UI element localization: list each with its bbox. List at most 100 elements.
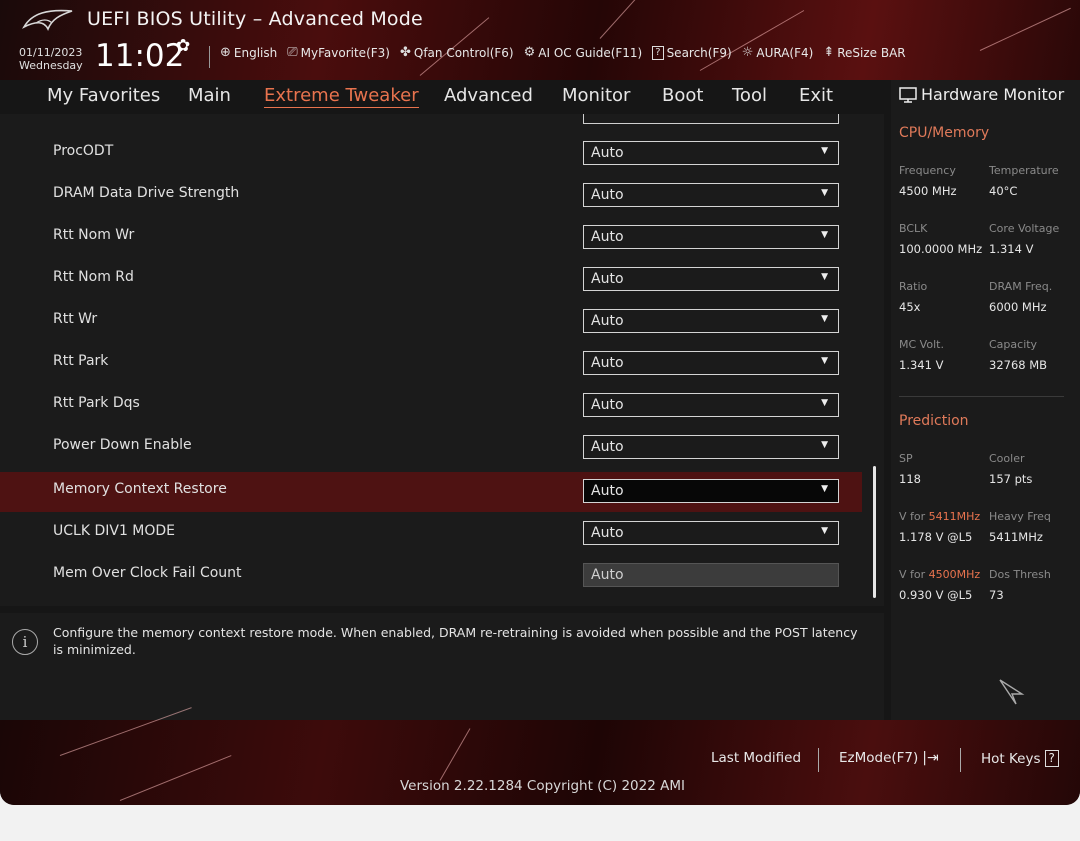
help-text: Configure the memory context restore mod…	[53, 625, 858, 657]
frequency-value: 4500 MHz	[899, 184, 957, 198]
bclk-label: BCLK	[899, 222, 928, 235]
v-for-prefix: V for	[899, 568, 926, 581]
tab-boot[interactable]: Boot	[662, 85, 703, 106]
setting-dropdown[interactable]: Auto ▼	[583, 351, 839, 375]
setting-dropdown[interactable]: Auto ▼	[583, 393, 839, 417]
search-button[interactable]: ? Search(F9)	[652, 45, 732, 60]
tab-main[interactable]: Main	[188, 85, 231, 106]
setting-row-dram-data-drive-strength[interactable]: DRAM Data Drive Strength Auto ▼	[0, 176, 862, 216]
setting-dropdown[interactable]: Auto ▼	[583, 225, 839, 249]
tab-tool[interactable]: Tool	[732, 85, 767, 106]
dropdown-value: Auto	[591, 439, 624, 455]
myfavorite-button[interactable]: ⎚ MyFavorite(F3)	[287, 45, 390, 60]
footer-bar: Last Modified EzMode(F7) |⇥ Hot Keys ? V…	[0, 707, 1080, 805]
chevron-down-icon: ▼	[821, 484, 828, 494]
tab-exit[interactable]: Exit	[799, 85, 833, 106]
core-voltage-value: 1.314 V	[989, 242, 1034, 256]
mc-volt-label: MC Volt.	[899, 338, 944, 351]
v-for-freq1-value: 1.178 V @L5	[899, 530, 973, 544]
ratio-label: Ratio	[899, 280, 928, 293]
clock-time: 11:02	[95, 38, 185, 74]
setting-row-procodt[interactable]: ProcODT Auto ▼	[0, 134, 862, 174]
language-button[interactable]: ⊕ English	[220, 45, 277, 60]
last-modified-button[interactable]: Last Modified	[711, 750, 801, 766]
resize-bar-button[interactable]: ⇞ ReSize BAR	[823, 45, 905, 60]
hardware-monitor-panel: Hardware Monitor CPU/Memory Frequency Te…	[891, 80, 1080, 720]
setting-dropdown[interactable]: Auto ▼	[583, 309, 839, 333]
mc-volt-value: 1.341 V	[899, 358, 944, 372]
cooler-value: 157 pts	[989, 472, 1033, 486]
setting-row-rtt-park-dqs[interactable]: Rtt Park Dqs Auto ▼	[0, 386, 862, 426]
setting-readonly-field: Auto	[583, 563, 839, 587]
temperature-value: 40°C	[989, 184, 1018, 198]
tab-advanced[interactable]: Advanced	[444, 85, 533, 106]
globe-icon: ⊕	[220, 45, 231, 60]
gear-icon[interactable]: ✿	[176, 36, 190, 56]
weekday-text: Wednesday	[19, 59, 83, 72]
setting-row-power-down-enable[interactable]: Power Down Enable Auto ▼	[0, 428, 862, 468]
setting-row-rtt-nom-wr[interactable]: Rtt Nom Wr Auto ▼	[0, 218, 862, 258]
myfavorite-label: MyFavorite(F3)	[300, 45, 390, 60]
header-bar: UEFI BIOS Utility – Advanced Mode 01/11/…	[0, 0, 1080, 80]
search-help-icon: ?	[652, 45, 664, 60]
v-for-freq2-label: V for 4500MHz	[899, 568, 980, 581]
setting-dropdown[interactable]: Auto ▼	[583, 183, 839, 207]
prediction-section-title: Prediction	[899, 413, 969, 429]
aura-button[interactable]: ☼ AURA(F4)	[742, 45, 814, 60]
qfan-control-button[interactable]: ✤ Qfan Control(F6)	[400, 45, 514, 60]
setting-dropdown[interactable]: Auto ▼	[583, 479, 839, 503]
field-value: Auto	[591, 567, 624, 583]
resize-bar-icon: ⇞	[823, 45, 835, 60]
ai-oc-label: AI OC Guide(F11)	[538, 45, 643, 60]
setting-row-memory-context-restore[interactable]: Memory Context Restore Auto ▼	[0, 472, 862, 512]
footer-divider	[818, 748, 819, 772]
dropdown-value: Auto	[591, 483, 624, 499]
settings-scrollbar[interactable]	[873, 466, 876, 598]
hardware-monitor-label: Hardware Monitor	[921, 85, 1065, 104]
setting-row-rtt-wr[interactable]: Rtt Wr Auto ▼	[0, 302, 862, 342]
setting-dropdown[interactable]: Auto ▼	[583, 141, 839, 165]
setting-row-rtt-park[interactable]: Rtt Park Auto ▼	[0, 344, 862, 384]
header-divider	[209, 46, 210, 68]
tab-monitor[interactable]: Monitor	[562, 85, 630, 106]
help-panel: i Configure the memory context restore m…	[0, 613, 884, 720]
v-for-freq1: 5411MHz	[928, 510, 981, 523]
ratio-value: 45x	[899, 300, 921, 314]
settings-list: ProcODT Auto ▼ DRAM Data Drive Strength A…	[0, 114, 884, 606]
core-voltage-label: Core Voltage	[989, 222, 1060, 235]
setting-label: UCLK DIV1 MODE	[53, 523, 176, 539]
header-toolbar: ⊕ English ⎚ MyFavorite(F3) ✤ Qfan Contro…	[220, 45, 906, 60]
setting-row-rtt-nom-rd[interactable]: Rtt Nom Rd Auto ▼	[0, 260, 862, 300]
temperature-label: Temperature	[989, 164, 1059, 177]
tab-my-favorites[interactable]: My Favorites	[47, 85, 160, 106]
setting-dropdown[interactable]: Auto ▼	[583, 267, 839, 291]
chevron-down-icon: ▼	[821, 188, 828, 198]
heavy-freq-value: 5411MHz	[989, 530, 1043, 544]
capacity-value: 32768 MB	[989, 358, 1048, 372]
dropdown-value: Auto	[591, 313, 624, 329]
footer-divider	[960, 748, 961, 772]
dropdown-value: Auto	[591, 187, 624, 203]
setting-row-uclk-div1-mode[interactable]: UCLK DIV1 MODE Auto ▼	[0, 514, 862, 554]
chevron-down-icon: ▼	[821, 356, 828, 366]
setting-dropdown[interactable]: Auto ▼	[583, 435, 839, 459]
aura-label: AURA(F4)	[756, 45, 814, 60]
frequency-label: Frequency	[899, 164, 956, 177]
cpu-memory-section-title: CPU/Memory	[899, 125, 990, 141]
main-tab-bar: My Favorites Main Extreme Tweaker Advanc…	[0, 80, 884, 114]
dropdown-value: Auto	[591, 271, 624, 287]
ai-oc-guide-button[interactable]: ⚙ AI OC Guide(F11)	[524, 45, 643, 60]
qfan-label: Qfan Control(F6)	[413, 45, 514, 60]
setting-dropdown[interactable]: Auto ▼	[583, 521, 839, 545]
dos-thresh-label: Dos Thresh	[989, 568, 1051, 581]
dropdown-value: Auto	[591, 229, 624, 245]
hotkeys-button[interactable]: Hot Keys ?	[981, 750, 1059, 767]
setting-label: ProcODT	[53, 143, 114, 159]
ezmode-label: EzMode(F7)	[839, 750, 919, 766]
ezmode-button[interactable]: EzMode(F7) |⇥	[839, 750, 939, 766]
setting-label: Rtt Wr	[53, 311, 98, 327]
partial-dropdown[interactable]	[583, 114, 839, 124]
exit-arrow-icon: |⇥	[922, 750, 939, 766]
tab-extreme-tweaker[interactable]: Extreme Tweaker	[264, 85, 419, 108]
v-for-prefix: V for	[899, 510, 926, 523]
